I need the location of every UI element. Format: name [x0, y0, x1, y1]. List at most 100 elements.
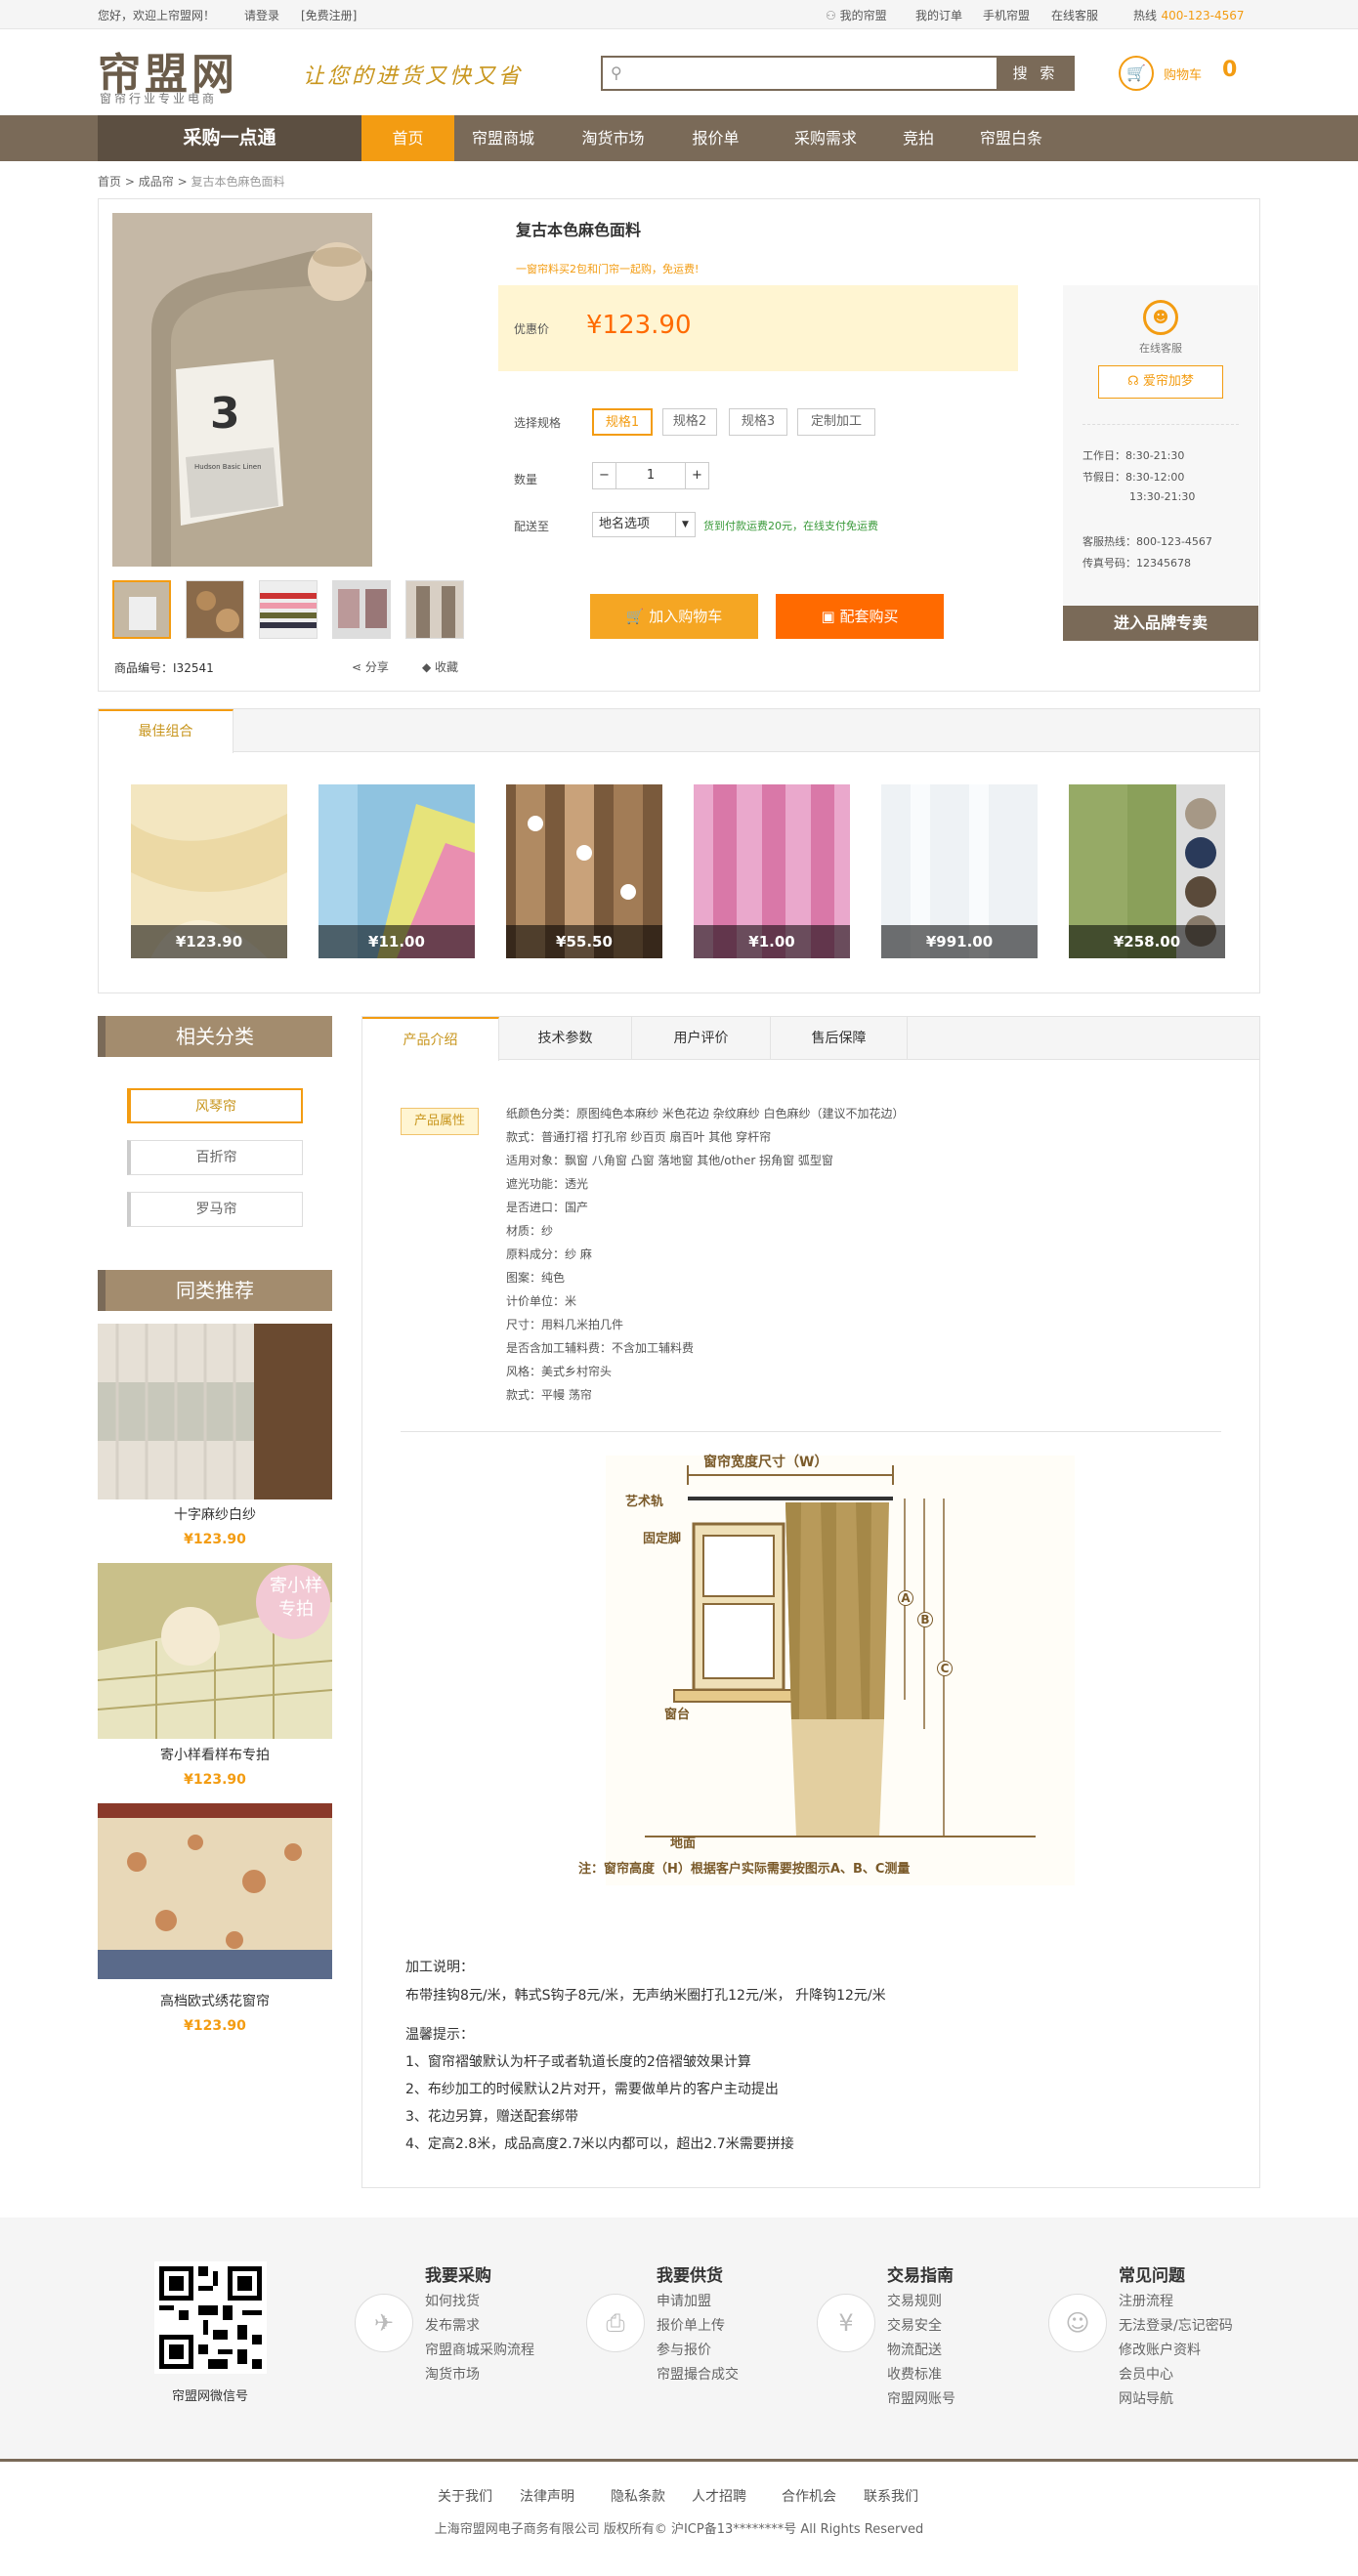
- thumbnail-1[interactable]: [112, 580, 171, 639]
- footer-link[interactable]: 注册流程: [1119, 2291, 1173, 2310]
- tab-tech-params[interactable]: 技术参数: [499, 1017, 632, 1060]
- tab-product-intro[interactable]: 产品介绍: [362, 1017, 499, 1061]
- footer-link[interactable]: 物流配送: [887, 2340, 942, 2359]
- combo-item[interactable]: ¥11.00: [318, 784, 475, 958]
- spec-option-3[interactable]: 规格3: [729, 408, 787, 436]
- category-menu[interactable]: 采购一点通: [98, 115, 361, 161]
- my-orders-link[interactable]: 我的订单: [915, 7, 962, 23]
- footer-link[interactable]: 报价单上传: [657, 2315, 725, 2335]
- footer-link[interactable]: 发布需求: [425, 2315, 480, 2335]
- diagram-rod-label: 艺术轨: [625, 1495, 664, 1509]
- combo-item[interactable]: ¥55.50: [506, 784, 662, 958]
- recommend-name-3[interactable]: 高档欧式绣花窗帘: [98, 1991, 332, 2010]
- category-roman[interactable]: 罗马帘: [127, 1192, 303, 1227]
- footer-link[interactable]: 收费标准: [887, 2364, 942, 2384]
- user-icon: ⚇: [826, 9, 840, 22]
- qty-minus-button[interactable]: −: [593, 463, 616, 488]
- nav-auction[interactable]: 竞拍: [879, 115, 957, 161]
- recommend-image-3[interactable]: [98, 1803, 332, 1979]
- qty-input[interactable]: 1: [616, 463, 685, 488]
- tab-after-sales[interactable]: 售后保障: [771, 1017, 908, 1060]
- footer-link[interactable]: 申请加盟: [657, 2291, 711, 2310]
- combo-item[interactable]: ¥991.00: [881, 784, 1038, 958]
- qty-plus-button[interactable]: +: [685, 463, 708, 488]
- footer-link[interactable]: 参与报价: [657, 2340, 711, 2359]
- search-button[interactable]: 搜 索: [997, 56, 1075, 91]
- footer-bottom-link[interactable]: 联系我们: [864, 2486, 918, 2506]
- nav-demand[interactable]: 采购需求: [772, 115, 879, 161]
- breadcrumb-home[interactable]: 首页: [98, 175, 121, 189]
- favorite-button[interactable]: ◆ 收藏: [422, 658, 458, 675]
- cart-label: 购物车: [1164, 68, 1203, 83]
- tab-user-reviews[interactable]: 用户评价: [632, 1017, 771, 1060]
- recommend-image-2[interactable]: 寄小样 专拍: [98, 1563, 332, 1739]
- processing-title: 加工说明：: [405, 1960, 474, 1975]
- footer-link[interactable]: 会员中心: [1119, 2364, 1173, 2384]
- nav-credit[interactable]: 帘盟白条: [962, 115, 1060, 161]
- footer-link[interactable]: 帘盟撮合成交: [657, 2364, 739, 2384]
- recommend-image-1[interactable]: [98, 1324, 332, 1499]
- footer-link[interactable]: 无法登录/忘记密码: [1119, 2315, 1233, 2335]
- category-pleated[interactable]: 百折帘: [127, 1140, 303, 1175]
- attr-line: 纸颜色分类：原图纯色本麻纱 米色花边 杂纹麻纱 白色麻纱（建议不加花边）: [506, 1107, 905, 1120]
- footer-bottom-link[interactable]: 法律声明: [520, 2486, 574, 2506]
- thumbnail-4[interactable]: [332, 580, 391, 639]
- footer-link[interactable]: 交易安全: [887, 2315, 942, 2335]
- main-product-image[interactable]: 3 Hudson Basic Linen: [112, 213, 372, 567]
- breadcrumb-category[interactable]: 成品帘: [139, 175, 174, 189]
- footer-link[interactable]: 修改账户资料: [1119, 2340, 1201, 2359]
- ship-select[interactable]: 地名选项 ▼: [592, 512, 696, 537]
- footer-link[interactable]: 帘盟网账号: [887, 2388, 955, 2408]
- nav-mall[interactable]: 帘盟商城: [454, 115, 552, 161]
- spec-option-2[interactable]: 规格2: [662, 408, 717, 436]
- thumbnail-2[interactable]: [186, 580, 244, 639]
- footer-link[interactable]: 帘盟商城采购流程: [425, 2340, 534, 2359]
- cart-button[interactable]: 🛒 购物车 0: [1119, 54, 1265, 93]
- footer-col-title: 常见问题: [1119, 2266, 1185, 2286]
- spec-option-custom[interactable]: 定制加工: [797, 408, 875, 436]
- combo-item[interactable]: ¥1.00: [694, 784, 850, 958]
- footer-bottom-link[interactable]: 合作机会: [782, 2486, 836, 2506]
- box-icon: ▣: [821, 608, 840, 625]
- bundle-buy-button[interactable]: ▣ 配套购买: [776, 594, 944, 639]
- logo-subtitle: 窗帘行业专业电商: [100, 92, 218, 106]
- recommend-name-2[interactable]: 寄小样看样布专拍: [98, 1745, 332, 1764]
- thumbnail-5[interactable]: [405, 580, 464, 639]
- nav-market[interactable]: 淘货市场: [557, 115, 669, 161]
- share-button[interactable]: ⋖ 分享: [352, 658, 389, 675]
- online-service-link[interactable]: 在线客服: [1051, 7, 1098, 23]
- footer-bottom-link[interactable]: 关于我们: [438, 2486, 492, 2506]
- combo-price: ¥55.50: [506, 925, 662, 958]
- login-link[interactable]: 请登录: [244, 7, 279, 23]
- combo-item[interactable]: ¥258.00: [1069, 784, 1225, 958]
- search-input[interactable]: ⚲: [601, 56, 1001, 91]
- register-link[interactable]: [免费注册]: [301, 7, 357, 23]
- combo-item[interactable]: ¥123.90: [131, 784, 287, 958]
- spec-option-1[interactable]: 规格1: [592, 408, 653, 436]
- footer-link[interactable]: 网站导航: [1119, 2388, 1173, 2408]
- footer-link[interactable]: 交易规则: [887, 2291, 942, 2310]
- nav-home[interactable]: 首页: [361, 115, 454, 161]
- attr-line: 风格：美式乡村帘头: [506, 1365, 613, 1378]
- brand-store-button[interactable]: 进入品牌专卖: [1063, 606, 1258, 641]
- combo-price: ¥991.00: [881, 925, 1038, 958]
- spec-label: 选择规格: [514, 416, 562, 430]
- price-value: ¥123.90: [586, 311, 692, 340]
- footer-link[interactable]: 淘货市场: [425, 2364, 480, 2384]
- my-account-link[interactable]: ⚇ 我的帘盟: [826, 7, 887, 23]
- support-icon[interactable]: ☻: [1143, 300, 1178, 335]
- footer-link[interactable]: 如何找货: [425, 2291, 480, 2310]
- brand-chat-button[interactable]: ☊ 爱帘加梦: [1098, 365, 1223, 399]
- tab-best-combo[interactable]: 最佳组合: [99, 709, 233, 753]
- nav-quote[interactable]: 报价单: [669, 115, 762, 161]
- footer-bottom-link[interactable]: 隐私条款: [611, 2486, 665, 2506]
- measurement-diagram: 窗帘宽度尺寸（W） 艺术轨 固定脚 窗台 地面 A B C 注：窗帘高度（H）根…: [578, 1455, 1075, 1885]
- thumbnail-3[interactable]: [259, 580, 318, 639]
- category-accordion[interactable]: 风琴帘: [127, 1088, 303, 1123]
- footer-bottom-link[interactable]: 人才招聘: [692, 2486, 746, 2506]
- diagram-b-label: B: [917, 1612, 933, 1627]
- add-to-cart-button[interactable]: 🛒 加入购物车: [590, 594, 758, 639]
- recommend-name-1[interactable]: 十字麻纱白纱: [98, 1504, 332, 1524]
- tag-icon: ◆: [422, 660, 436, 674]
- mobile-link[interactable]: 手机帘盟: [983, 7, 1030, 23]
